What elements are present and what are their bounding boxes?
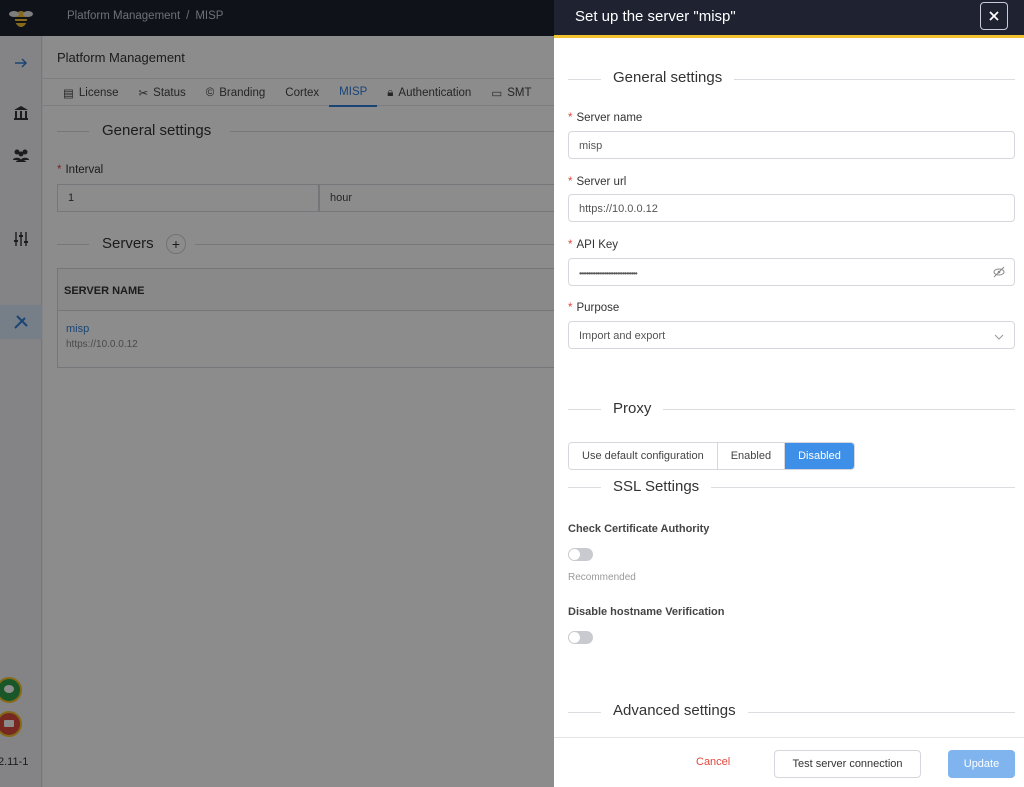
- check-ca-label: Check Certificate Authority: [568, 523, 710, 535]
- api-key-label: * API Key: [568, 239, 618, 251]
- required-marker: *: [568, 112, 573, 124]
- purpose-label-text: Purpose: [576, 302, 620, 314]
- drawer-header: Set up the server "misp": [554, 0, 1024, 38]
- proxy-option-enabled[interactable]: Enabled: [717, 443, 786, 469]
- purpose-label: * Purpose: [568, 302, 619, 314]
- toggle-knob: [569, 632, 580, 643]
- purpose-value: Import and export: [579, 330, 666, 342]
- drawer-title: Set up the server "misp": [575, 8, 736, 25]
- test-connection-button[interactable]: Test server connection: [774, 750, 921, 778]
- server-name-label: * Server name: [568, 112, 642, 124]
- required-marker: *: [568, 239, 573, 251]
- proxy-option-disabled[interactable]: Disabled: [785, 443, 854, 469]
- api-key-value: ••••••••••••••••••••••••••••••••: [579, 269, 638, 278]
- toggle-knob: [569, 549, 580, 560]
- check-ca-toggle[interactable]: [568, 548, 593, 561]
- eye-slash-icon[interactable]: [993, 266, 1005, 281]
- server-name-input[interactable]: misp: [568, 131, 1015, 159]
- close-icon: [989, 11, 999, 21]
- server-url-input[interactable]: https://10.0.0.12: [568, 194, 1015, 222]
- required-marker: *: [568, 176, 573, 188]
- purpose-select[interactable]: Import and export: [568, 321, 1015, 349]
- server-name-label-text: Server name: [576, 112, 643, 124]
- check-ca-hint: Recommended: [568, 572, 636, 583]
- cancel-button[interactable]: Cancel: [696, 756, 730, 768]
- ssl-settings-title: SSL Settings: [601, 478, 712, 495]
- server-setup-drawer: Set up the server "misp" General setting…: [554, 0, 1024, 787]
- drawer-footer: Cancel Test server connection Update: [554, 737, 1024, 787]
- proxy-title: Proxy: [601, 400, 664, 417]
- general-settings-title: General settings: [601, 69, 735, 86]
- proxy-option-default[interactable]: Use default configuration: [569, 443, 718, 469]
- chevron-down-icon: [994, 331, 1004, 343]
- close-button[interactable]: [980, 2, 1008, 30]
- api-key-input[interactable]: ••••••••••••••••••••••••••••••••: [568, 258, 1015, 286]
- update-button[interactable]: Update: [948, 750, 1015, 778]
- disable-hostname-toggle[interactable]: [568, 631, 593, 644]
- required-marker: *: [568, 302, 573, 314]
- proxy-segmented-control: Use default configuration Enabled Disabl…: [568, 442, 855, 470]
- disable-hostname-label: Disable hostname Verification: [568, 606, 725, 618]
- server-url-label-text: Server url: [576, 176, 627, 188]
- api-key-label-text: API Key: [576, 239, 619, 251]
- server-url-label: * Server url: [568, 176, 626, 188]
- advanced-settings-title: Advanced settings: [601, 702, 748, 719]
